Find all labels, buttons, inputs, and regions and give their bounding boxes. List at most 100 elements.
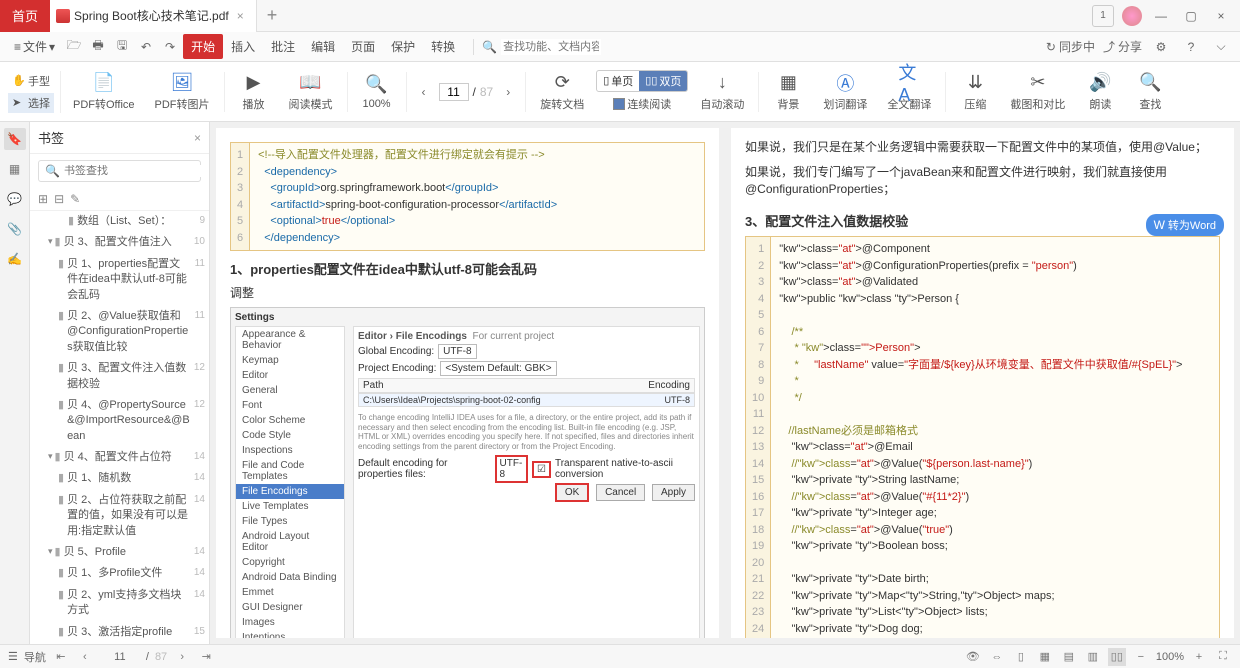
menu-转换[interactable]: 转换 — [423, 34, 463, 59]
print-icon[interactable]: 🖶 — [87, 36, 109, 58]
sync-status[interactable]: ↻ 同步中 — [1046, 38, 1095, 55]
tool-screenshot[interactable]: ✂截图和对比 — [1002, 68, 1073, 116]
menu-编辑[interactable]: 编辑 — [303, 34, 343, 59]
label-adjust: 调整 — [230, 284, 705, 301]
tool-compress[interactable]: ⇊压缩 — [952, 68, 998, 116]
page-prev-icon[interactable]: ‹ — [413, 81, 435, 103]
close-window-icon[interactable]: × — [1210, 5, 1232, 27]
iconbar-thumbnails-icon[interactable]: ▦ — [4, 158, 26, 180]
help-icon[interactable]: ? — [1180, 36, 1202, 58]
idea-settings-screenshot: Settings Appearance & BehaviorKeymapEdit… — [230, 307, 705, 638]
status-zoom[interactable]: 100% — [1156, 651, 1184, 663]
expand-all-icon[interactable]: ⊞ — [38, 192, 48, 206]
collapse-all-icon[interactable]: ⊟ — [54, 192, 64, 206]
view-eye-icon[interactable]: 👁 — [964, 648, 982, 666]
save-icon[interactable]: 🖫 — [111, 36, 133, 58]
bookmark-item[interactable]: ▮贝 1、多Profile文件14 — [30, 563, 209, 584]
document-viewport: W 转为Word 123456 <!--导入配置文件处理器，配置文件进行绑定就会… — [210, 122, 1240, 644]
search-icon: 🔍 — [482, 40, 497, 54]
minimize-icon[interactable]: — — [1150, 5, 1172, 27]
sidebar-search-input[interactable] — [64, 165, 206, 177]
para-2: 如果说，我们专门编写了一个javaBean来和配置文件进行映射，我们就直接使用@… — [745, 163, 1220, 197]
sidebar-search[interactable]: 🔍 — [38, 160, 201, 182]
nav-next-icon[interactable]: › — [173, 648, 191, 666]
tab-add-button[interactable]: + — [257, 5, 288, 26]
page-input[interactable] — [439, 83, 469, 101]
share-button[interactable]: ⤴ 分享 — [1103, 38, 1142, 55]
zoom-in-icon[interactable]: + — [1190, 648, 1208, 666]
tool-play[interactable]: ▶播放 — [231, 68, 277, 116]
tool-select[interactable]: ➤选择 — [8, 93, 54, 113]
bookmark-item[interactable]: ▮贝 2、yml支持多文档块方式14 — [30, 585, 209, 622]
tool-hand[interactable]: ✋手型 — [8, 71, 54, 91]
nav-toggle-icon[interactable]: ☰ — [8, 650, 18, 663]
menu-开始[interactable]: 开始 — [183, 34, 223, 59]
settings-icon[interactable]: ⚙ — [1150, 36, 1172, 58]
menu-插入[interactable]: 插入 — [223, 34, 263, 59]
iconbar-attachments-icon[interactable]: 📎 — [4, 218, 26, 240]
search-icon: 🔍 — [45, 164, 60, 178]
bookmark-item[interactable]: ▮贝 3、激活指定profile15 — [30, 622, 209, 643]
bookmark-item[interactable]: ▾▮贝 5、Profile14 — [30, 542, 209, 563]
nav-last-icon[interactable]: ⇥ — [197, 648, 215, 666]
zoom-out-icon[interactable]: − — [1132, 648, 1150, 666]
menu-批注[interactable]: 批注 — [263, 34, 303, 59]
tab-close-icon[interactable]: × — [233, 9, 248, 23]
iconbar-signature-icon[interactable]: ✍ — [4, 248, 26, 270]
bookmark-item[interactable]: ▮贝 1、随机数14 — [30, 468, 209, 489]
continuous-read[interactable]: 连续阅读 — [609, 94, 675, 114]
tool-full-translate[interactable]: 文A全文翻译 — [879, 68, 939, 116]
file-menu[interactable]: ≡ 文件 ▾ — [8, 36, 61, 57]
menu-页面[interactable]: 页面 — [343, 34, 383, 59]
bookmark-item[interactable]: ▾▮贝 4、配置文件占位符14 — [30, 447, 209, 468]
tool-rotate[interactable]: ⟳旋转文档 — [532, 68, 592, 116]
statusbar: ☰ 导航 ⇤ ‹ 11 / 87 › ⇥ 👁 ⇔ ▯ ▦ ▤ ▥ ▯▯ − 10… — [0, 644, 1240, 668]
bookmark-item[interactable]: ▮贝 4、@PropertySource&@ImportResource&@Be… — [30, 395, 209, 447]
undo-icon[interactable]: ↶ — [135, 36, 157, 58]
view-mode-1-icon[interactable]: ▦ — [1036, 648, 1054, 666]
menu-search-input[interactable] — [501, 39, 601, 55]
tab-file-active[interactable]: Spring Boot核心技术笔记.pdf × — [50, 0, 257, 32]
user-avatar[interactable] — [1122, 6, 1142, 26]
nav-first-icon[interactable]: ⇤ — [52, 648, 70, 666]
view-mode-4-icon[interactable]: ▯▯ — [1108, 648, 1126, 666]
open-icon[interactable]: 🗁 — [63, 36, 85, 58]
view-mode-3-icon[interactable]: ▥ — [1084, 648, 1102, 666]
tool-autoscroll[interactable]: ↓自动滚动 — [692, 68, 752, 116]
tool-zoom[interactable]: 🔍100% — [354, 70, 400, 114]
tool-reader-mode[interactable]: 📖阅读模式 — [281, 68, 341, 116]
bookmark-item[interactable]: ▮贝 3、配置文件注入值数据校验12 — [30, 358, 209, 395]
tool-pdf-to-office[interactable]: 📄PDF转Office — [65, 68, 143, 116]
view-single[interactable]: ▯ 单页 — [597, 71, 639, 91]
menu-search[interactable]: 🔍 — [473, 39, 601, 55]
sidebar-close-icon[interactable]: × — [194, 131, 201, 145]
tool-read-aloud[interactable]: 🔊朗读 — [1077, 68, 1123, 116]
view-double[interactable]: ▯▯ 双页 — [639, 71, 687, 91]
fit-page-icon[interactable]: ▯ — [1012, 648, 1030, 666]
iconbar-comments-icon[interactable]: 💬 — [4, 188, 26, 210]
bookmark-item[interactable]: ▮贝 2、占位符获取之前配置的值，如果没有可以是用:指定默认值14 — [30, 490, 209, 542]
redo-icon[interactable]: ↷ — [159, 36, 181, 58]
tool-pdf-to-image[interactable]: 🖼PDF转图片 — [147, 68, 218, 116]
fit-width-icon[interactable]: ⇔ — [988, 648, 1006, 666]
bookmark-item[interactable]: ▮数组（List、Set）：9 — [30, 211, 209, 232]
tab-home[interactable]: 首页 — [0, 0, 50, 32]
menu-保护[interactable]: 保护 — [383, 34, 423, 59]
tool-word-translate[interactable]: Ⓐ划词翻译 — [815, 68, 875, 116]
view-mode-2-icon[interactable]: ▤ — [1060, 648, 1078, 666]
chevron-down-icon[interactable]: ⌵ — [1210, 36, 1232, 58]
page-sep: / — [473, 85, 476, 99]
iconbar-bookmark-icon[interactable]: 🔖 — [4, 128, 26, 150]
convert-to-word-button[interactable]: W 转为Word — [1146, 214, 1224, 236]
bookmark-item[interactable]: ▮贝 1、properties配置文件在idea中默认utf-8可能会乱码11 — [30, 254, 209, 306]
bookmark-item[interactable]: ▮贝 2、@Value获取值和@ConfigurationProperties获… — [30, 306, 209, 358]
tool-find[interactable]: 🔍查找 — [1127, 68, 1173, 116]
page-next-icon[interactable]: › — [497, 81, 519, 103]
maximize-icon[interactable]: ▢ — [1180, 5, 1202, 27]
add-bookmark-icon[interactable]: ✎ — [70, 192, 80, 206]
status-page[interactable]: 11 — [100, 651, 140, 663]
fullscreen-icon[interactable]: ⛶ — [1214, 648, 1232, 666]
tool-background[interactable]: ▦背景 — [765, 68, 811, 116]
nav-prev-icon[interactable]: ‹ — [76, 648, 94, 666]
bookmark-item[interactable]: ▾▮贝 3、配置文件值注入10 — [30, 232, 209, 253]
